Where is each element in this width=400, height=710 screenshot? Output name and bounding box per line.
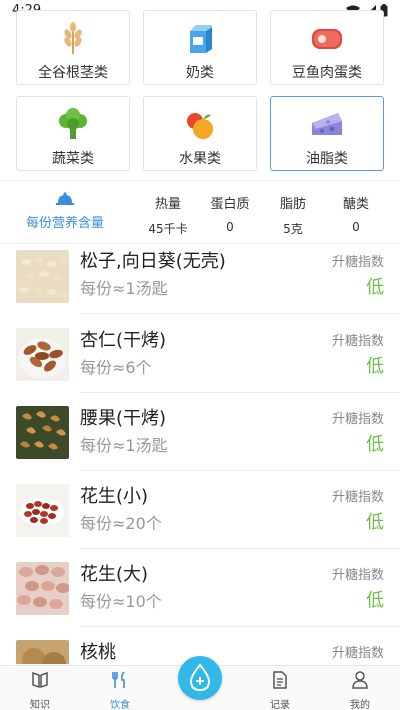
gi-label: 升糖指数 — [331, 646, 384, 661]
nutrition-value: 0 — [226, 220, 234, 234]
category-dairy[interactable]: 奶类 — [143, 10, 257, 85]
food-name: 杏仁(干烤) — [80, 330, 167, 351]
food-portion: 每份≈20个 — [80, 514, 162, 533]
wheat-icon — [64, 22, 82, 54]
large-peanuts-thumbnail — [16, 562, 69, 615]
meat-icon — [312, 29, 342, 49]
divider — [80, 392, 400, 393]
pine-nuts-thumbnail — [16, 250, 69, 303]
category-label: 水果类 — [179, 151, 221, 167]
category-label: 全谷根茎类 — [38, 65, 108, 81]
nutrition-value: 0 — [352, 220, 360, 234]
water-drop-plus-icon — [189, 663, 211, 692]
category-label: 奶类 — [186, 65, 214, 81]
nutrition-calories: 热量 45千卡 — [138, 193, 198, 237]
food-portion: 每份≈10个 — [80, 592, 162, 611]
nutrition-name: 醣类 — [342, 197, 369, 212]
nutrition-name: 蛋白质 — [210, 197, 250, 212]
gi-value: 低 — [366, 277, 384, 298]
category-vegetables[interactable]: 蔬菜类 — [16, 96, 130, 171]
gi-value: 低 — [366, 434, 384, 455]
walnut-thumbnail — [16, 640, 69, 664]
cheese-icon — [312, 113, 342, 135]
food-name: 花生(小) — [80, 486, 149, 507]
category-fruits[interactable]: 水果类 — [143, 96, 257, 171]
category-grid: 全谷根茎类 奶类 豆鱼肉蛋类 蔬菜类 水果类 油脂类 — [0, 10, 400, 178]
gi-label: 升糖指数 — [331, 568, 384, 583]
nav-knowledge[interactable]: 知识 — [10, 670, 70, 710]
fork-knife-icon — [112, 671, 125, 688]
gi-value: 低 — [366, 512, 384, 533]
nav-label: 记录 — [270, 700, 290, 710]
divider — [80, 626, 400, 627]
category-protein[interactable]: 豆鱼肉蛋类 — [270, 10, 384, 85]
cashews-thumbnail — [16, 406, 69, 459]
category-oils[interactable]: 油脂类 — [270, 96, 384, 171]
nav-records[interactable]: 记录 — [250, 670, 310, 710]
nav-profile[interactable]: 我的 — [330, 670, 390, 710]
food-portion: 每份≈1汤匙 — [80, 436, 168, 455]
list-item[interactable]: 腰果(干烤) 每份≈1汤匙 升糖指数 低 — [0, 396, 400, 474]
list-item[interactable]: 花生(大) 每份≈10个 升糖指数 低 — [0, 552, 400, 630]
nutrition-value: 5克 — [283, 222, 303, 236]
gi-label: 升糖指数 — [331, 412, 384, 427]
divider — [80, 313, 400, 314]
nutrition-value: 45千卡 — [148, 222, 188, 236]
gi-label: 升糖指数 — [331, 490, 384, 505]
fruit-icon — [187, 113, 213, 139]
gi-value: 低 — [366, 356, 384, 377]
food-name: 花生(大) — [80, 564, 149, 585]
food-name: 松子,向日葵(无壳) — [80, 251, 226, 272]
divider — [80, 470, 400, 471]
gi-label: 升糖指数 — [331, 255, 384, 270]
document-icon — [273, 671, 287, 689]
person-icon — [352, 671, 368, 689]
nutrition-name: 热量 — [154, 197, 181, 212]
serving-nutrition-label: 每份营养含量 — [25, 216, 104, 231]
nutrition-fat: 脂肪 5克 — [263, 193, 323, 237]
almonds-thumbnail — [16, 328, 69, 381]
broccoli-icon — [59, 108, 87, 139]
category-label: 蔬菜类 — [52, 151, 94, 167]
food-portion: 每份≈1汤匙 — [80, 279, 168, 298]
food-cover-icon — [56, 192, 74, 205]
category-label: 油脂类 — [306, 151, 348, 167]
nutrition-carbs: 醣类 0 — [326, 193, 386, 234]
nav-label: 知识 — [30, 700, 50, 710]
category-label: 豆鱼肉蛋类 — [292, 65, 362, 81]
nutrition-summary: 每份营养含量 热量 45千卡 蛋白质 0 脂肪 5克 醣类 0 — [0, 180, 400, 244]
nutrition-protein: 蛋白质 0 — [200, 193, 260, 234]
category-grains[interactable]: 全谷根茎类 — [16, 10, 130, 85]
food-name: 腰果(干烤) — [80, 408, 167, 429]
nav-label: 饮食 — [110, 700, 130, 710]
list-item[interactable]: 花生(小) 每份≈20个 升糖指数 低 — [0, 474, 400, 552]
nutrition-name: 脂肪 — [279, 197, 306, 212]
food-name: 核桃 — [80, 642, 116, 663]
gi-label: 升糖指数 — [331, 334, 384, 349]
divider — [80, 548, 400, 549]
serving-nutrition: 每份营养含量 — [10, 191, 120, 231]
small-peanuts-thumbnail — [16, 484, 69, 537]
book-icon — [32, 671, 48, 689]
add-record-button[interactable] — [178, 656, 222, 700]
nav-label: 我的 — [350, 700, 370, 710]
milk-carton-icon — [190, 25, 212, 53]
nav-diet[interactable]: 饮食 — [90, 670, 150, 710]
gi-value: 低 — [366, 590, 384, 611]
food-portion: 每份≈6个 — [80, 358, 152, 377]
food-list: 松子,向日葵(无壳) 每份≈1汤匙 升糖指数 低 杏仁(干烤) 每份≈6个 升糖… — [0, 244, 400, 664]
list-item[interactable]: 松子,向日葵(无壳) 每份≈1汤匙 升糖指数 低 — [0, 244, 400, 318]
list-item[interactable]: 杏仁(干烤) 每份≈6个 升糖指数 低 — [0, 318, 400, 396]
